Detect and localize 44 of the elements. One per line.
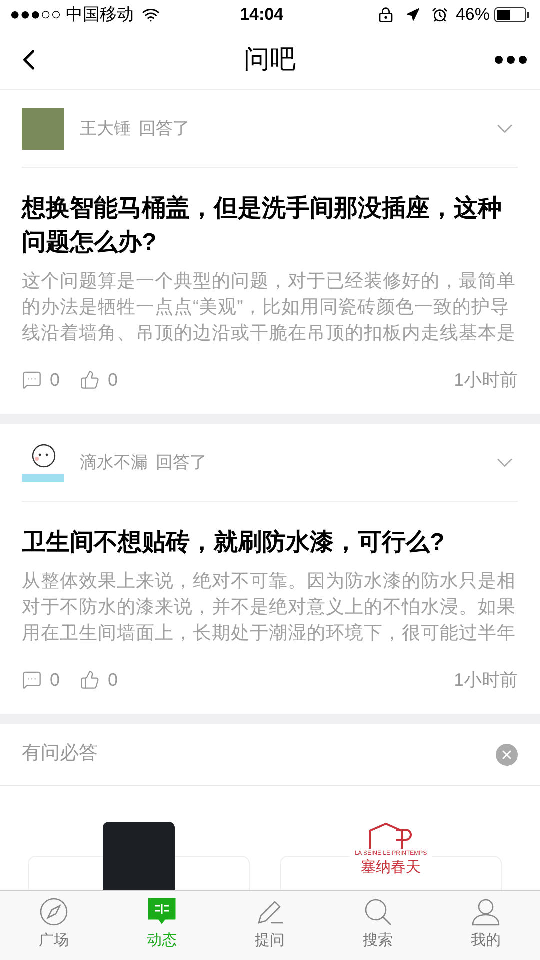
tab-item[interactable]: 搜索 — [324, 891, 432, 960]
section-title: 有问必答 — [22, 742, 98, 766]
brand-name: 塞纳春天 — [361, 858, 421, 878]
recommend-card[interactable] — [28, 822, 250, 890]
wifi-icon — [142, 6, 160, 24]
comment-icon[interactable] — [22, 670, 42, 690]
post-time: 1小时前 — [454, 368, 518, 392]
comment-count: 0 — [50, 368, 60, 392]
like-count: 0 — [108, 668, 118, 692]
status-time: 14:04 — [240, 4, 284, 26]
question-title[interactable]: 卫生间不想贴砖，就刷防水漆，可行么? — [22, 526, 518, 560]
author-name: 滴水不漏 — [80, 452, 148, 474]
tab-item[interactable]: 我的 — [432, 891, 540, 960]
page-title: 问吧 — [244, 43, 296, 76]
tab-item[interactable]: 广场 — [0, 891, 108, 960]
tab-item[interactable]: 动态 — [108, 891, 216, 960]
alarm-icon — [432, 7, 448, 23]
close-button[interactable] — [496, 744, 518, 766]
chat-icon — [148, 898, 176, 926]
person-photo-placeholder — [103, 822, 175, 890]
cartoon-avatar-icon — [22, 442, 64, 484]
post-time: 1小时前 — [454, 668, 518, 692]
avatar-photo-placeholder — [22, 108, 64, 150]
action-text: 回答了 — [156, 452, 207, 474]
battery-percent: 46% — [456, 4, 490, 26]
rotation-lock-icon — [378, 7, 394, 23]
answer-excerpt: 这个问题算是一个典型的问题，对于已经装修好的，最简单的办法是牺牲一点点“美观”，比如用同瓷砖颜色一致的护导线沿着墙角、吊顶的边沿或干脆在吊顶的扣板内走线基本是 — [22, 269, 517, 345]
battery-icon — [494, 7, 530, 23]
carrier-signal: ●●●○○ 中国移动 — [10, 4, 134, 26]
compass-icon — [40, 898, 68, 926]
comment-count: 0 — [50, 668, 60, 692]
like-icon[interactable] — [80, 370, 100, 390]
action-text: 回答了 — [139, 118, 190, 140]
tab-item[interactable]: 提问 — [216, 891, 324, 960]
more-icon[interactable] — [494, 54, 528, 64]
author-name: 王大锤 — [80, 118, 131, 140]
question-title[interactable]: 想换智能马桶盖，但是洗手间那没插座，这种问题怎么办? — [22, 192, 518, 260]
comment-icon[interactable] — [22, 370, 42, 390]
like-icon[interactable] — [80, 670, 100, 690]
location-icon — [406, 8, 420, 22]
person-icon — [472, 898, 500, 926]
answer-excerpt: 从整体效果上来说，绝对不可靠。因为防水漆的防水只是相对于不防水的漆来说，并不是绝对意义上的不怕水浸。如果用在卫生间墙面上，长期处于潮湿的环境下，很可能过半年 — [22, 569, 517, 645]
search-icon — [364, 898, 392, 926]
like-count: 0 — [108, 368, 118, 392]
